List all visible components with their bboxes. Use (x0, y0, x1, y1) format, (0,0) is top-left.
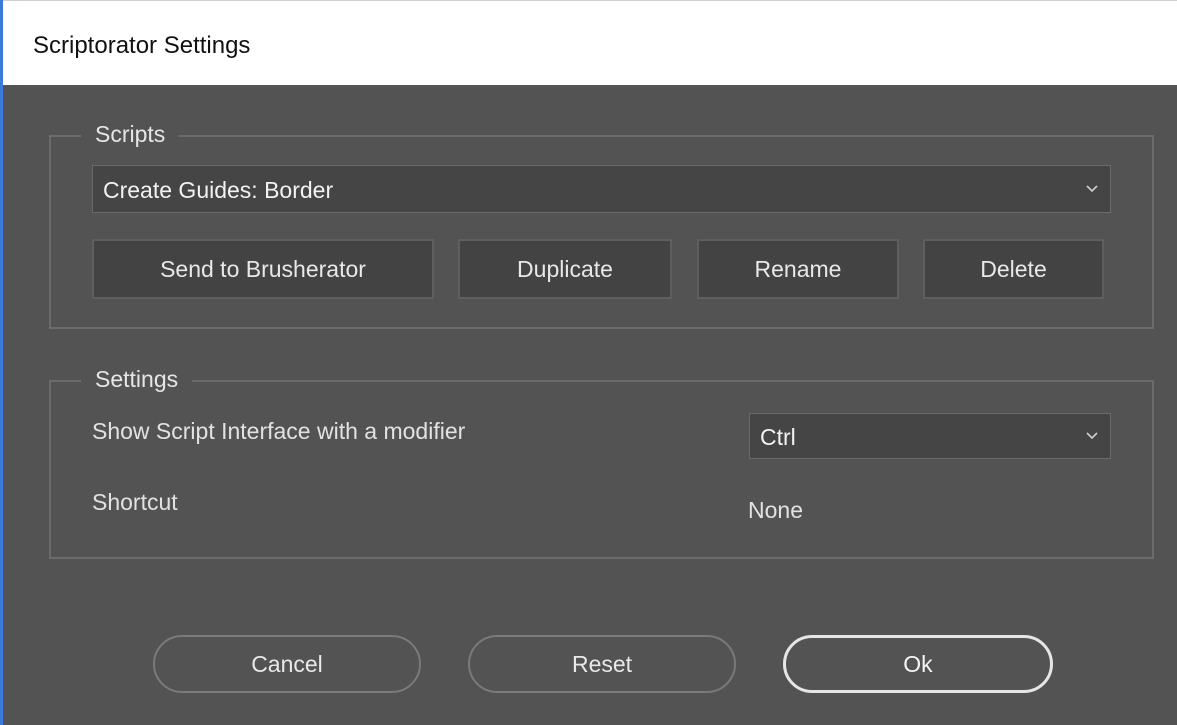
modifier-select-value: Ctrl (760, 424, 796, 450)
cancel-button[interactable]: Cancel (153, 635, 421, 693)
duplicate-label: Duplicate (517, 255, 613, 282)
settings-dialog: Scriptorator Settings Scripts Create Gui… (0, 0, 1177, 725)
duplicate-button[interactable]: Duplicate (458, 239, 672, 299)
send-to-brusherator-button[interactable]: Send to Brusherator (92, 239, 434, 299)
chevron-down-icon (1086, 432, 1098, 440)
delete-label: Delete (980, 255, 1047, 282)
script-select[interactable]: Create Guides: Border (92, 165, 1111, 213)
script-select-value: Create Guides: Border (103, 177, 334, 203)
modifier-label: Show Script Interface with a modifier (92, 418, 466, 444)
reset-label: Reset (571, 650, 633, 677)
shortcut-value[interactable]: None (748, 497, 803, 524)
settings-legend: Settings (81, 366, 193, 393)
title-bar[interactable]: Scriptorator Settings (3, 0, 1177, 85)
modifier-select[interactable]: Ctrl (749, 413, 1111, 459)
cancel-label: Cancel (251, 650, 323, 677)
delete-button[interactable]: Delete (923, 239, 1104, 299)
chevron-down-icon (1086, 185, 1098, 193)
rename-button[interactable]: Rename (697, 239, 899, 299)
ok-button[interactable]: Ok (783, 635, 1053, 693)
send-to-brusherator-label: Send to Brusherator (160, 255, 366, 282)
ok-label: Ok (903, 650, 933, 677)
shortcut-label: Shortcut (92, 489, 178, 515)
window-title: Scriptorator Settings (33, 32, 251, 59)
scripts-legend: Scripts (81, 121, 180, 148)
settings-group: Settings (49, 366, 1154, 559)
reset-button[interactable]: Reset (468, 635, 736, 693)
rename-label: Rename (754, 255, 842, 282)
